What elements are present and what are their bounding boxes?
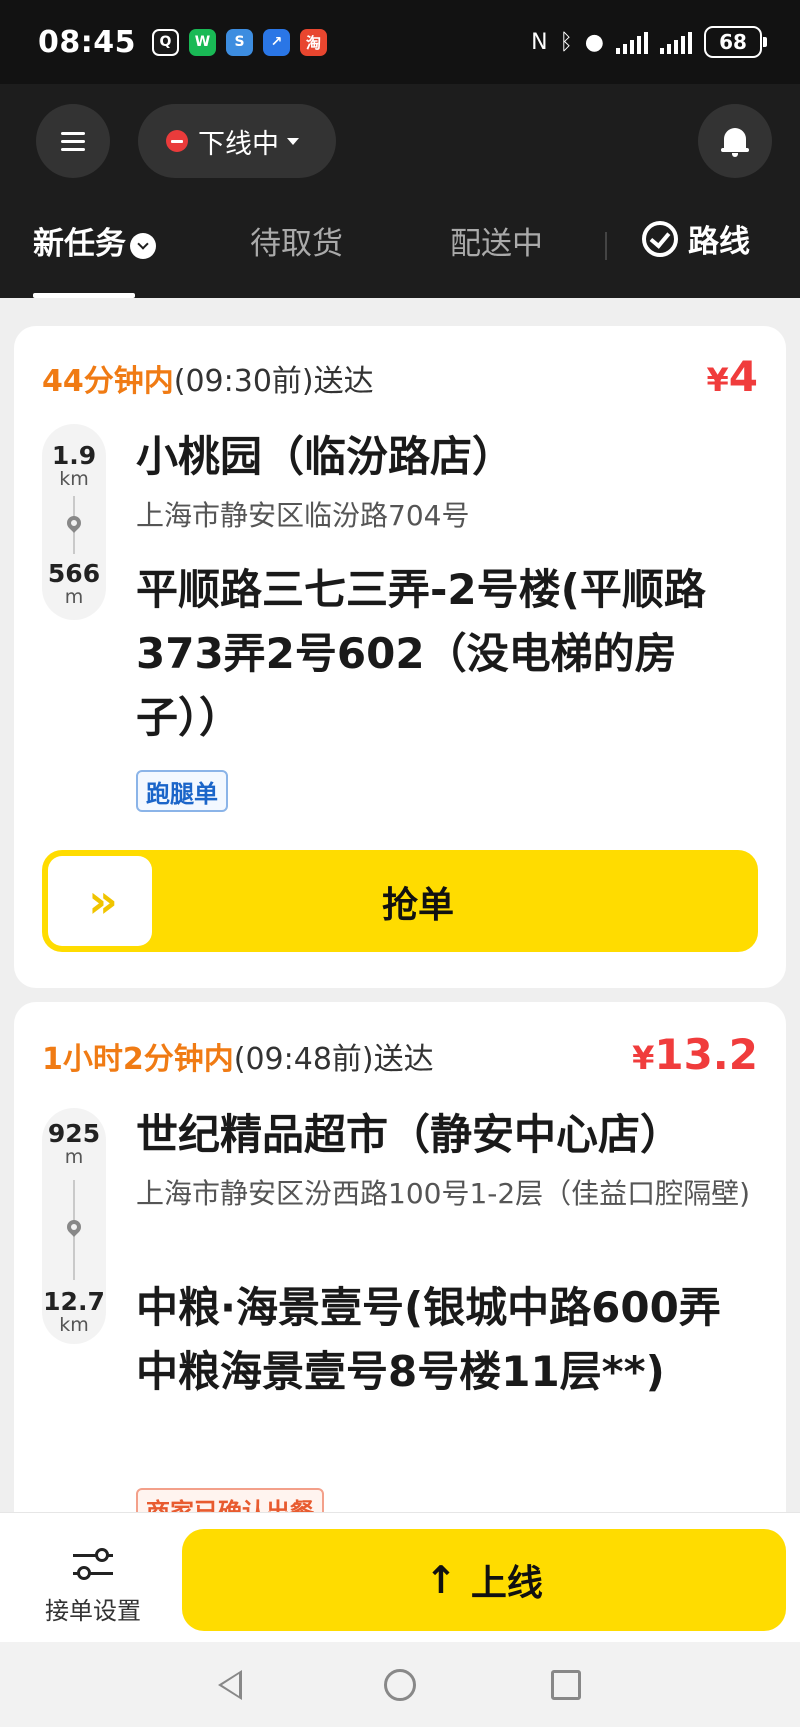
sliders-icon [73, 1547, 113, 1583]
browser-icon: S [226, 28, 253, 56]
order-price: ¥13.2 [632, 1030, 758, 1079]
drop-distance-value: 12.7 [43, 1287, 105, 1316]
grab-order-button[interactable]: » 抢单 [42, 850, 758, 952]
nfc-icon: N [531, 29, 548, 55]
deadline-time: (09:48前)送达 [233, 1042, 434, 1077]
shop-address: 上海市静安区汾西路100号1-2层（佳益口腔隔壁) [136, 1177, 751, 1210]
app-header: 下线中 新任务 待取货 配送中 路线 [0, 84, 800, 298]
price-amount: 13.2 [654, 1030, 758, 1079]
tab-divider [605, 232, 607, 260]
order-card[interactable]: 44分钟内(09:30前)送达 ¥4 1.9 km 566 m 小桃园（临汾路店… [14, 326, 786, 988]
location-pin-icon [64, 1217, 84, 1237]
chevron-down-icon [130, 232, 156, 259]
work-status-dropdown[interactable]: 下线中 [138, 104, 336, 178]
currency-symbol: ¥ [632, 1039, 655, 1077]
deadline-duration: 1小时2分钟内 [42, 1042, 234, 1077]
shop-name: 小桃园（临汾路店） [136, 432, 515, 481]
active-tab-indicator [33, 293, 135, 298]
delivery-deadline: 44分钟内(09:30前)送达 [42, 356, 374, 400]
location-pin-icon [64, 513, 84, 533]
location-icon: ● [584, 29, 604, 55]
recent-apps-icon[interactable] [551, 1670, 581, 1700]
menu-button[interactable] [36, 104, 110, 178]
deadline-time: (09:30前)送达 [173, 364, 374, 399]
route-icon [642, 220, 678, 257]
currency-symbol: ¥ [706, 361, 729, 399]
notification-icons: Q W S ↗ 淘 [152, 28, 327, 56]
battery-indicator: 68 [704, 26, 767, 58]
menu-icon [61, 127, 85, 156]
distance-column: 1.9 km 566 m [42, 424, 106, 620]
back-icon[interactable] [218, 1670, 242, 1700]
price-amount: 4 [728, 352, 758, 401]
offline-icon [166, 130, 188, 152]
tab-pending-pickup[interactable]: 待取货 [250, 218, 343, 263]
drop-distance-unit: m [64, 586, 84, 608]
system-nav-bar [0, 1642, 800, 1727]
order-price: ¥4 [707, 352, 759, 401]
wechat-icon: W [189, 28, 216, 56]
signal-icon-2 [660, 30, 692, 54]
distance-column: 925 m 12.7 km [42, 1108, 106, 1344]
signal-icon [616, 30, 648, 54]
system-icons: N ᛒ ● 68 [531, 26, 767, 58]
bluetooth-icon: ᛒ [559, 29, 573, 55]
task-tabs: 新任务 待取货 配送中 路线 [0, 212, 800, 298]
tab-new-tasks-label: 新任务 [33, 226, 126, 262]
clock: 08:45 [38, 24, 136, 60]
order-settings-button[interactable]: 接单设置 [28, 1533, 158, 1626]
pickup-distance-unit: km [59, 468, 89, 490]
tab-new-tasks[interactable]: 新任务 [33, 218, 156, 263]
delivery-address: 平顺路三七三弄-2号楼(平顺路373弄2号602（没电梯的房子）） [136, 565, 706, 742]
drop-distance-unit: km [59, 1314, 89, 1336]
order-card[interactable]: 1小时2分钟内(09:48前)送达 ¥13.2 925 m 12.7 km 世纪… [14, 1002, 786, 1542]
drop-distance-value: 566 [47, 559, 101, 588]
home-icon[interactable] [384, 1669, 416, 1701]
caret-down-icon [287, 137, 299, 145]
tool-icon: ↗ [263, 28, 290, 56]
order-settings-label: 接单设置 [45, 1597, 141, 1625]
shop-address: 上海市静安区临汾路704号 [136, 499, 470, 532]
qq-icon: Q [152, 28, 179, 56]
notifications-button[interactable] [698, 104, 772, 178]
shop-name: 世纪精品超市（静安中心店） [136, 1110, 683, 1159]
drop-distance: 566 m [42, 560, 106, 607]
drop-distance: 12.7 km [42, 1288, 106, 1335]
grab-order-label: 抢单 [381, 885, 454, 926]
status-bar: 08:45 Q W S ↗ 淘 N ᛒ ● 68 [0, 0, 800, 84]
delivery-address: 中粮·海景壹号(银城中路600弄中粮海景壹号8号楼11层**) [136, 1283, 721, 1396]
deadline-duration: 44分钟内 [42, 364, 174, 399]
pickup-distance-unit: m [64, 1146, 84, 1168]
tab-delivering[interactable]: 配送中 [450, 218, 543, 263]
taobao-icon: 淘 [300, 28, 327, 56]
work-status-label: 下线中 [198, 128, 279, 160]
go-online-label: 上线 [470, 1563, 543, 1604]
arrow-up-icon: ↑ [425, 1558, 457, 1602]
delivery-deadline: 1小时2分钟内(09:48前)送达 [42, 1034, 434, 1078]
order-type-tag: 跑腿单 [136, 770, 228, 812]
route-label: 路线 [688, 224, 750, 260]
pickup-distance: 1.9 km [42, 442, 106, 489]
go-online-button[interactable]: ↑ 上线 [182, 1529, 786, 1631]
bell-icon [721, 126, 749, 157]
pickup-distance-value: 1.9 [51, 441, 97, 470]
bottom-action-bar: 接单设置 ↑ 上线 [0, 1512, 800, 1642]
route-button[interactable]: 路线 [642, 216, 750, 261]
pickup-distance: 925 m [42, 1120, 106, 1167]
pickup-distance-value: 925 [47, 1119, 101, 1148]
